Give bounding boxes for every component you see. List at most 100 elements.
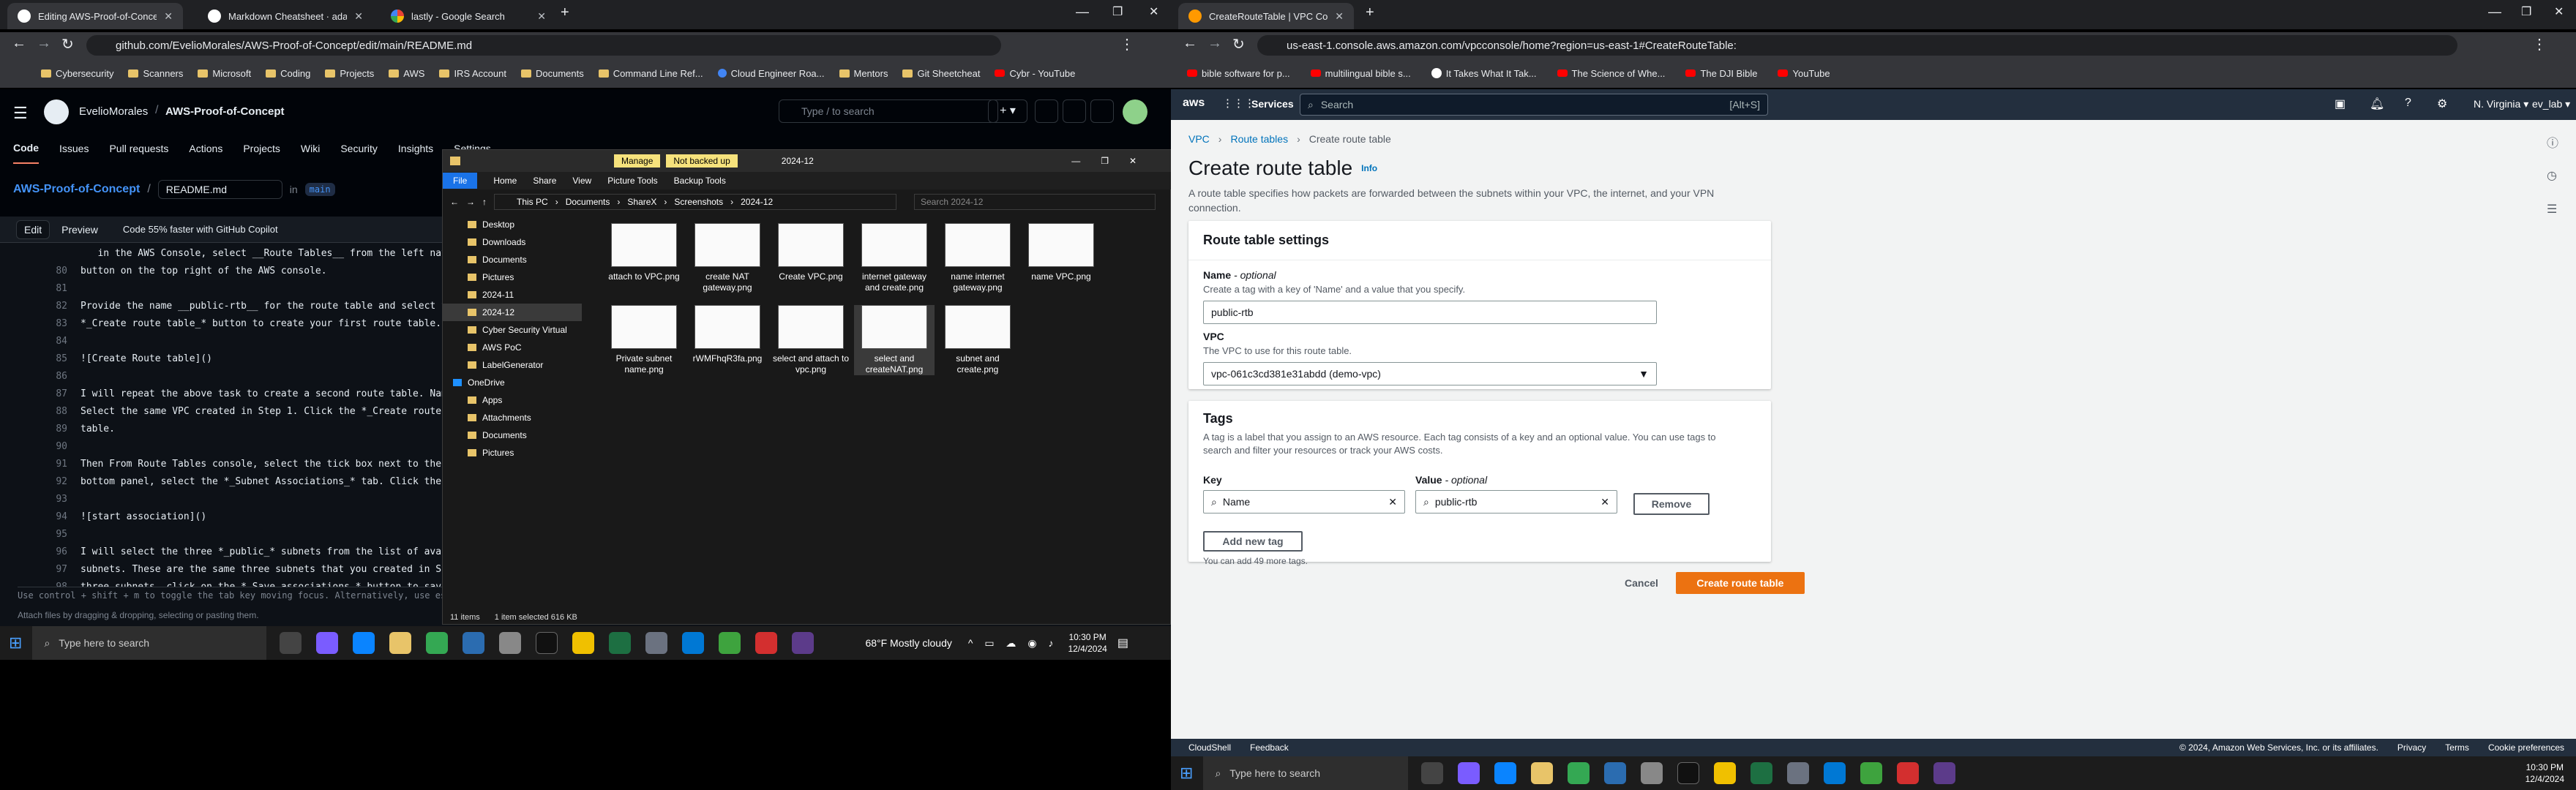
new-tab-icon[interactable]: + bbox=[1366, 4, 1374, 21]
clock-history-icon[interactable]: ◷ bbox=[2547, 168, 2557, 183]
cloudshell-icon[interactable]: ▣ bbox=[2334, 97, 2345, 111]
sidebar-item[interactable]: Cyber Security Virtual bbox=[443, 321, 582, 339]
notifications-bell-icon[interactable]: 🔔︎ bbox=[2370, 97, 2384, 111]
path-segment[interactable]: Screenshots bbox=[674, 197, 723, 207]
notes-icon[interactable]: ☰ bbox=[2547, 202, 2557, 217]
bookmark-item[interactable]: The Science of Whe... bbox=[1553, 68, 1670, 79]
ribbon-file[interactable]: File bbox=[443, 173, 478, 189]
github-logo-icon[interactable] bbox=[44, 99, 69, 124]
acrobat-icon[interactable] bbox=[1897, 762, 1920, 784]
bookmark-mentors[interactable]: Mentors bbox=[835, 68, 893, 79]
privacy-link[interactable]: Privacy bbox=[2397, 742, 2426, 753]
terminal-icon[interactable] bbox=[1677, 762, 1700, 784]
copilot-banner[interactable]: Code 55% faster with GitHub Copilot bbox=[123, 224, 278, 235]
menu-icon[interactable]: ⋮ bbox=[1120, 35, 1134, 53]
back-icon[interactable]: ← bbox=[450, 197, 459, 207]
repo-owner-link[interactable]: EvelioMorales bbox=[79, 105, 148, 118]
bookmark-cmdref[interactable]: Command Line Ref... bbox=[594, 68, 708, 79]
manage-ribbon-tab[interactable]: Manage bbox=[614, 154, 661, 168]
clear-icon[interactable]: ✕ bbox=[1600, 496, 1609, 508]
acrobat-icon[interactable] bbox=[755, 632, 778, 654]
reload-icon[interactable]: ↻ bbox=[61, 35, 74, 53]
sidebar-item[interactable]: Pictures bbox=[443, 444, 582, 462]
tag-key-input[interactable]: ⌕ Name ✕ bbox=[1203, 490, 1405, 514]
ribbon-picture-tools[interactable]: Picture Tools bbox=[607, 176, 657, 186]
tab-insights[interactable]: Insights bbox=[398, 143, 433, 163]
bookmark-git[interactable]: Git Sheetcheat bbox=[898, 68, 984, 79]
app-icon[interactable] bbox=[719, 632, 741, 654]
app-icon[interactable] bbox=[645, 632, 668, 654]
settings-icon[interactable] bbox=[1641, 762, 1663, 784]
hamburger-icon[interactable]: ☰ bbox=[13, 104, 28, 123]
app-icon[interactable] bbox=[682, 632, 705, 654]
minimize-icon[interactable]: — bbox=[1076, 4, 1089, 20]
file-explorer-icon[interactable] bbox=[389, 632, 412, 654]
edge-icon[interactable] bbox=[1494, 762, 1517, 784]
sidebar-item[interactable]: Desktop bbox=[443, 216, 582, 233]
bookmark-cloud[interactable]: Cloud Engineer Roa... bbox=[714, 68, 829, 79]
tab-code[interactable]: Code bbox=[13, 142, 39, 164]
forward-icon[interactable]: → bbox=[1208, 35, 1222, 52]
task-view-icon[interactable] bbox=[1421, 762, 1444, 784]
windows-start-icon[interactable]: ⊞ bbox=[9, 633, 22, 652]
back-icon[interactable]: ← bbox=[12, 35, 26, 52]
copilot-icon[interactable] bbox=[1458, 762, 1480, 784]
ribbon-share[interactable]: Share bbox=[533, 176, 556, 186]
tab-projects[interactable]: Projects bbox=[243, 143, 280, 163]
weather-widget[interactable]: 68°F Mostly cloudy bbox=[865, 637, 951, 649]
bookmark-item[interactable]: YouTube bbox=[1773, 68, 1834, 79]
cancel-button[interactable]: Cancel bbox=[1625, 577, 1658, 589]
bookmark-item[interactable]: The DJI Bible bbox=[1681, 68, 1761, 79]
explorer-search-input[interactable]: Search 2024-12 bbox=[914, 194, 1156, 210]
feedback-link[interactable]: Feedback bbox=[1250, 742, 1289, 753]
tab-markdown[interactable]: Markdown Cheatsheet · adam-p ✕ bbox=[198, 3, 373, 29]
explorer-window-controls[interactable]: —❐✕ bbox=[1071, 156, 1157, 166]
file-item[interactable]: subnet and create.png bbox=[937, 305, 1018, 375]
up-icon[interactable]: ↑ bbox=[482, 197, 487, 207]
file-item[interactable]: internet gateway and create.png bbox=[854, 223, 935, 293]
taskbar-search[interactable]: ⌕ Type here to search bbox=[1203, 756, 1409, 790]
store-icon[interactable] bbox=[463, 632, 485, 654]
store-icon[interactable] bbox=[1604, 762, 1627, 784]
services-menu[interactable]: Services bbox=[1251, 98, 1294, 110]
sidebar-item[interactable]: 2024-12 bbox=[443, 304, 582, 321]
file-name-input[interactable]: README.md bbox=[157, 180, 282, 199]
path-segment[interactable]: This PC bbox=[517, 197, 548, 207]
terms-link[interactable]: Terms bbox=[2445, 742, 2469, 753]
sidebar-item[interactable]: Attachments bbox=[443, 409, 582, 426]
cookie-preferences-link[interactable]: Cookie preferences bbox=[2488, 742, 2564, 753]
back-icon[interactable]: ← bbox=[1183, 35, 1197, 52]
bookmark-microsoft[interactable]: Microsoft bbox=[193, 68, 255, 79]
bookmark-aws[interactable]: AWS bbox=[384, 68, 429, 79]
pull-requests-icon[interactable] bbox=[1063, 99, 1086, 123]
notes-icon[interactable] bbox=[572, 632, 595, 654]
breadcrumb-route-tables[interactable]: Route tables bbox=[1230, 133, 1288, 145]
forward-icon[interactable]: → bbox=[37, 35, 51, 52]
github-search-input[interactable]: Type / to search bbox=[779, 99, 998, 123]
new-tab-icon[interactable]: + bbox=[561, 4, 569, 21]
maximize-icon[interactable]: ❐ bbox=[1112, 4, 1123, 19]
close-window-icon[interactable]: ✕ bbox=[1149, 4, 1158, 19]
preview-tab[interactable]: Preview bbox=[54, 221, 105, 238]
tab-security[interactable]: Security bbox=[340, 143, 378, 163]
bookmark-item[interactable]: multilingual bible s... bbox=[1306, 68, 1415, 79]
file-explorer-icon[interactable] bbox=[1531, 762, 1554, 784]
sidebar-item[interactable]: 2024-11 bbox=[443, 286, 582, 304]
tab-editing[interactable]: Editing AWS-Proof-of-Concept ✕ bbox=[7, 3, 183, 29]
close-window-icon[interactable]: ✕ bbox=[2554, 4, 2564, 19]
tab-vpc-console[interactable]: CreateRouteTable | VPC Console ✕ bbox=[1178, 3, 1354, 29]
breadcrumb-repo-link[interactable]: AWS-Proof-of-Concept bbox=[13, 183, 140, 196]
close-tab-icon[interactable]: ✕ bbox=[164, 10, 173, 23]
reload-icon[interactable]: ↻ bbox=[1232, 35, 1245, 53]
clock[interactable]: 10:30 PM 12/4/2024 bbox=[1068, 631, 1107, 655]
bookmark-cybersecurity[interactable]: Cybersecurity bbox=[37, 68, 118, 79]
sharex-icon[interactable] bbox=[792, 632, 815, 654]
create-new-button[interactable]: + ▾ bbox=[988, 99, 1027, 123]
menu-icon[interactable]: ⋮ bbox=[2532, 35, 2547, 53]
path-segment[interactable]: Documents bbox=[566, 197, 610, 207]
close-tab-icon[interactable]: ✕ bbox=[354, 10, 363, 23]
bookmark-documents[interactable]: Documents bbox=[517, 68, 588, 79]
issues-icon[interactable] bbox=[1035, 99, 1058, 123]
settings-gear-icon[interactable]: ⚙ bbox=[2437, 97, 2447, 111]
system-tray-icons[interactable]: ^ ▭ ☁ ◉ ♪ bbox=[968, 637, 1058, 650]
